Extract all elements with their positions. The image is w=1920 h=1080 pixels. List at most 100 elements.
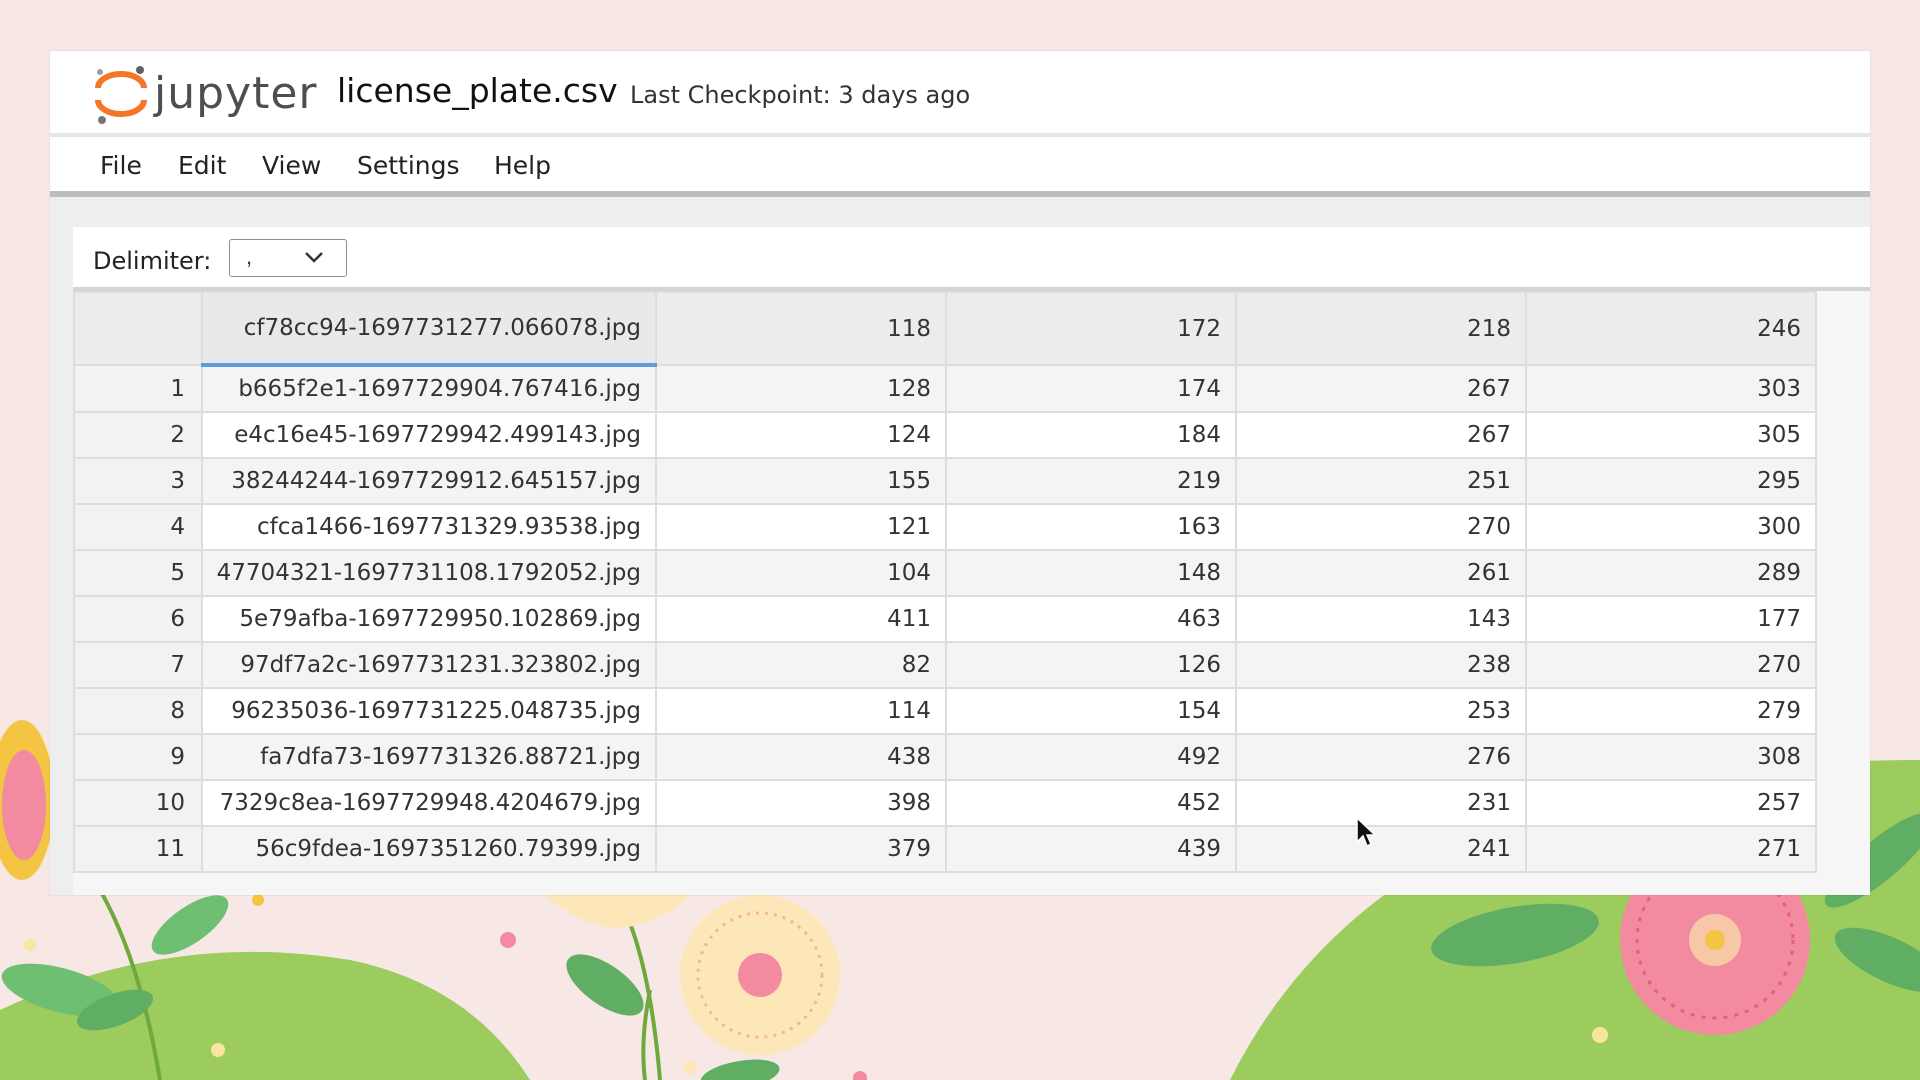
table-cell[interactable]: 97df7a2c-1697731231.323802.jpg xyxy=(201,641,657,689)
table-cell[interactable]: 379 xyxy=(655,825,947,873)
table-cell[interactable]: 238 xyxy=(1235,641,1527,689)
table-cell[interactable]: 96235036-1697731225.048735.jpg xyxy=(201,687,657,735)
row-index-cell[interactable]: 4 xyxy=(73,503,203,551)
row-index-cell[interactable]: 11 xyxy=(73,825,203,873)
table-cell[interactable]: 124 xyxy=(655,411,947,459)
table-cell[interactable]: cfca1466-1697731329.93538.jpg xyxy=(201,503,657,551)
table-row[interactable]: 11 56c9fdea-1697351260.79399.jpg 379 439 241… xyxy=(73,825,1817,873)
row-index-cell[interactable]: 9 xyxy=(73,733,203,781)
jupyter-logo-icon xyxy=(95,66,147,124)
menu-help[interactable]: Help xyxy=(494,151,551,180)
table-cell[interactable]: 121 xyxy=(655,503,947,551)
table-cell[interactable]: 411 xyxy=(655,595,947,643)
document-title[interactable]: license_plate.csv xyxy=(337,71,618,110)
table-row[interactable]: 10 7329c8ea-1697729948.4204679.jpg 398 452 2… xyxy=(73,779,1817,827)
table-cell[interactable]: 231 xyxy=(1235,779,1527,827)
table-cell[interactable]: 492 xyxy=(945,733,1237,781)
corner-cell[interactable] xyxy=(73,291,203,366)
table-cell[interactable]: 56c9fdea-1697351260.79399.jpg xyxy=(201,825,657,873)
table-row[interactable]: 8 96235036-1697731225.048735.jpg 114 154 253… xyxy=(73,687,1817,735)
table-cell[interactable]: b665f2e1-1697729904.767416.jpg xyxy=(201,364,657,413)
header-cell[interactable]: 246 xyxy=(1525,291,1817,366)
table-cell[interactable]: 276 xyxy=(1235,733,1527,781)
table-cell[interactable]: 270 xyxy=(1235,503,1527,551)
table-cell[interactable]: 261 xyxy=(1235,549,1527,597)
header-cell[interactable]: cf78cc94-1697731277.066078.jpg xyxy=(201,291,657,367)
table-cell[interactable]: 154 xyxy=(945,687,1237,735)
table-cell[interactable]: 303 xyxy=(1525,364,1817,413)
table-cell[interactable]: 398 xyxy=(655,779,947,827)
header-cell[interactable]: 118 xyxy=(655,291,947,366)
table-cell[interactable]: 241 xyxy=(1235,825,1527,873)
table-row[interactable]: 6 5e79afba-1697729950.102869.jpg 411 463 143… xyxy=(73,595,1817,643)
table-cell[interactable]: 128 xyxy=(655,364,947,413)
header-cell[interactable]: 172 xyxy=(945,291,1237,366)
header-row: cf78cc94-1697731277.066078.jpg 118 172 218 2… xyxy=(73,291,1817,367)
row-index-cell[interactable]: 1 xyxy=(73,364,203,413)
table-cell[interactable]: 452 xyxy=(945,779,1237,827)
table-cell[interactable]: 219 xyxy=(945,457,1237,505)
table-cell[interactable]: 279 xyxy=(1525,687,1817,735)
table-cell[interactable]: fa7dfa73-1697731326.88721.jpg xyxy=(201,733,657,781)
table-cell[interactable]: 155 xyxy=(655,457,947,505)
table-cell[interactable]: 267 xyxy=(1235,364,1527,413)
row-index-cell[interactable]: 10 xyxy=(73,779,203,827)
table-cell[interactable]: 438 xyxy=(655,733,947,781)
table-row[interactable]: 2 e4c16e45-1697729942.499143.jpg 124 184 267… xyxy=(73,411,1817,459)
table-cell[interactable]: 253 xyxy=(1235,687,1527,735)
table-cell[interactable]: 47704321-1697731108.1792052.jpg xyxy=(201,549,657,597)
table-row[interactable]: 4 cfca1466-1697731329.93538.jpg 121 163 270 3… xyxy=(73,503,1817,551)
table-cell[interactable]: 270 xyxy=(1525,641,1817,689)
table-cell[interactable]: 82 xyxy=(655,641,947,689)
row-index-cell[interactable]: 8 xyxy=(73,687,203,735)
table-cell[interactable]: 305 xyxy=(1525,411,1817,459)
jupyter-logo[interactable]: jupyter xyxy=(92,62,317,126)
table-row[interactable]: 9 fa7dfa73-1697731326.88721.jpg 438 492 276 3… xyxy=(73,733,1817,781)
header-cell[interactable]: 218 xyxy=(1235,291,1527,366)
table-cell[interactable]: 439 xyxy=(945,825,1237,873)
row-index-cell[interactable]: 6 xyxy=(73,595,203,643)
table-row[interactable]: 3 38244244-1697729912.645157.jpg 155 219 251… xyxy=(73,457,1817,505)
checkpoint-status: Last Checkpoint: 3 days ago xyxy=(630,81,971,109)
table-cell[interactable]: 300 xyxy=(1525,503,1817,551)
table-cell[interactable]: 163 xyxy=(945,503,1237,551)
chevron-down-icon xyxy=(305,252,323,263)
title-bar: jupyter license_plate.csv Last Checkpoin… xyxy=(50,51,1870,137)
row-index-cell[interactable]: 2 xyxy=(73,411,203,459)
row-index-cell[interactable]: 3 xyxy=(73,457,203,505)
table-cell[interactable]: 148 xyxy=(945,549,1237,597)
table-cell[interactable]: 104 xyxy=(655,549,947,597)
table-cell[interactable]: 7329c8ea-1697729948.4204679.jpg xyxy=(201,779,657,827)
menu-view[interactable]: View xyxy=(262,151,321,180)
table-cell[interactable]: 38244244-1697729912.645157.jpg xyxy=(201,457,657,505)
table-cell[interactable]: e4c16e45-1697729942.499143.jpg xyxy=(201,411,657,459)
table-cell[interactable]: 5e79afba-1697729950.102869.jpg xyxy=(201,595,657,643)
table-cell[interactable]: 251 xyxy=(1235,457,1527,505)
table-cell[interactable]: 184 xyxy=(945,411,1237,459)
table-cell[interactable]: 143 xyxy=(1235,595,1527,643)
table-cell[interactable]: 267 xyxy=(1235,411,1527,459)
table-cell[interactable]: 174 xyxy=(945,364,1237,413)
table-cell[interactable]: 114 xyxy=(655,687,947,735)
table-cell[interactable]: 257 xyxy=(1525,779,1817,827)
table-cell[interactable]: 463 xyxy=(945,595,1237,643)
table-cell[interactable]: 177 xyxy=(1525,595,1817,643)
table-cell[interactable]: 271 xyxy=(1525,825,1817,873)
table-cell[interactable]: 295 xyxy=(1525,457,1817,505)
table-row[interactable]: 5 47704321-1697731108.1792052.jpg 104 148 26… xyxy=(73,549,1817,597)
jupyter-window: jupyter license_plate.csv Last Checkpoin… xyxy=(50,51,1870,895)
table-row[interactable]: 7 97df7a2c-1697731231.323802.jpg 82 126 238 2… xyxy=(73,641,1817,689)
table-row[interactable]: 1 b665f2e1-1697729904.767416.jpg 128 174 267… xyxy=(73,364,1817,413)
delimiter-value: , xyxy=(246,244,253,269)
menu-settings[interactable]: Settings xyxy=(357,151,460,180)
mouse-cursor-icon xyxy=(1356,816,1377,848)
menu-edit[interactable]: Edit xyxy=(178,151,226,180)
menu-file[interactable]: File xyxy=(100,151,142,180)
row-index-cell[interactable]: 7 xyxy=(73,641,203,689)
table-cell[interactable]: 126 xyxy=(945,641,1237,689)
table-cell[interactable]: 289 xyxy=(1525,549,1817,597)
delimiter-select[interactable]: , xyxy=(229,239,347,277)
row-index-cell[interactable]: 5 xyxy=(73,549,203,597)
data-grid[interactable]: cf78cc94-1697731277.066078.jpg 118 172 218 2… xyxy=(73,287,1870,895)
table-cell[interactable]: 308 xyxy=(1525,733,1817,781)
